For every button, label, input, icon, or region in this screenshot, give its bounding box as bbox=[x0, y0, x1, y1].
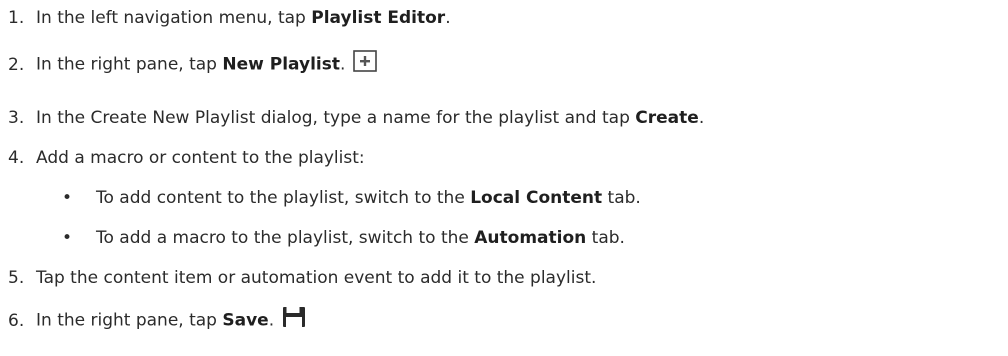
step-text: In the right pane, tap bbox=[36, 310, 223, 331]
step-5: 5. Tap the content item or automation eve… bbox=[8, 266, 596, 290]
step-text: In the left navigation menu, tap bbox=[36, 8, 312, 28]
ui-term: Save bbox=[222, 310, 269, 331]
bullet: • bbox=[62, 228, 73, 248]
step-text: Add a macro or content to the playlist: bbox=[36, 148, 365, 168]
step-text-end: . bbox=[339, 54, 346, 75]
step-2: 2. In the right pane, tap New Playlist. bbox=[8, 50, 378, 79]
step-number: 4. bbox=[8, 148, 25, 168]
new-playlist-plus-icon bbox=[353, 50, 378, 79]
step-number: 3. bbox=[8, 108, 25, 128]
step-text: In the Create New Playlist dialog, type … bbox=[36, 108, 636, 128]
step-4: 4. Add a macro or content to the playlist… bbox=[8, 146, 365, 170]
step-number: 5. bbox=[8, 268, 25, 288]
ui-term: Local Content bbox=[470, 188, 603, 208]
step-1: 1. In the left navigation menu, tap Playl… bbox=[8, 6, 451, 30]
ui-term: Playlist Editor bbox=[311, 8, 446, 28]
sub-step-text-end: tab. bbox=[602, 188, 641, 208]
ui-term: Create bbox=[635, 108, 699, 128]
sub-step-text: To add a macro to the playlist, switch t… bbox=[96, 228, 475, 248]
step-number: 1. bbox=[8, 8, 25, 28]
step-text-end: . bbox=[445, 8, 451, 28]
sub-step-text: To add content to the playlist, switch t… bbox=[96, 188, 471, 208]
bullet: • bbox=[62, 188, 73, 208]
step-text-end: . bbox=[698, 108, 705, 128]
save-floppy-icon bbox=[282, 306, 306, 335]
sub-step-2: • To add a macro to the playlist, switch … bbox=[62, 226, 625, 250]
step-text: Tap the content item or automation event… bbox=[36, 268, 597, 288]
sub-step-text-end: tab. bbox=[586, 228, 625, 248]
step-number: 2. bbox=[8, 54, 25, 75]
step-text: In the right pane, tap bbox=[36, 54, 223, 75]
sub-step-1: • To add content to the playlist, switch … bbox=[62, 186, 641, 210]
ui-term: Automation bbox=[474, 228, 587, 248]
step-number: 6. bbox=[8, 310, 25, 331]
ui-term: New Playlist bbox=[222, 54, 340, 75]
step-text-end: . bbox=[268, 310, 275, 331]
step-6: 6. In the right pane, tap Save. bbox=[8, 306, 306, 335]
step-3: 3. In the Create New Playlist dialog, typ… bbox=[8, 106, 704, 130]
